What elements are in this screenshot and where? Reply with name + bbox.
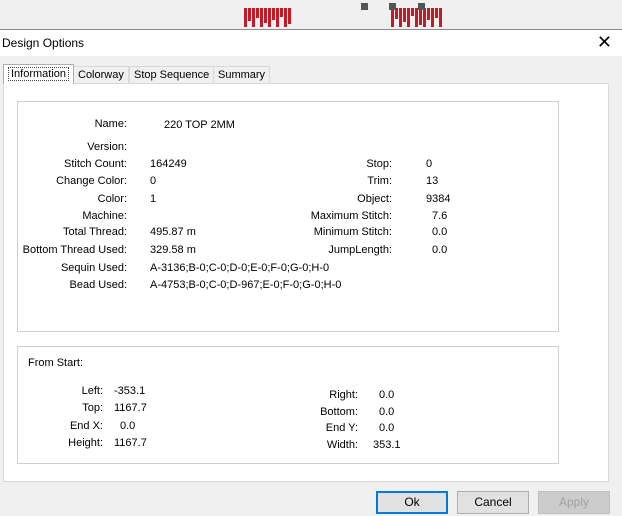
total-thread-value: 495.87 m xyxy=(150,226,196,238)
change-color-value: 0 xyxy=(150,175,157,187)
sequin-used-value: A-3136;B-0;C-0;D-0;E-0;F-0;G-0;H-0 xyxy=(150,262,330,274)
min-stitch-label: Minimum Stitch: xyxy=(313,226,392,238)
tab-colorway[interactable]: Colorway xyxy=(73,66,129,84)
name-value: 220 TOP 2MM xyxy=(164,119,235,131)
stop-label: Stop: xyxy=(366,158,392,170)
dialog-title: Design Options xyxy=(2,36,85,50)
design-options-dialog: Design Options ✕ Information Colorway St… xyxy=(0,29,622,516)
object-value: 9384 xyxy=(426,193,451,205)
trim-value: 13 xyxy=(426,175,439,187)
tab-information[interactable]: Information xyxy=(3,64,75,84)
max-stitch-label: Maximum Stitch: xyxy=(310,210,392,222)
left-label: Left: xyxy=(81,385,103,397)
trim-label: Trim: xyxy=(367,175,392,187)
jump-length-label: JumpLength: xyxy=(328,244,392,256)
width-label: Width: xyxy=(326,439,358,451)
end-y-value: 0.0 xyxy=(379,422,395,434)
change-color-label: Change Color: xyxy=(56,175,127,187)
bottom-value: 0.0 xyxy=(379,406,395,418)
bottom-label: Bottom: xyxy=(320,406,358,418)
total-thread-label: Total Thread: xyxy=(62,226,127,238)
end-x-value: 0.0 xyxy=(120,420,136,432)
stitch-count-label: Stitch Count: xyxy=(64,158,127,170)
top-value: 1167.7 xyxy=(114,402,147,414)
selection-handle[interactable] xyxy=(389,3,396,10)
top-label: Top: xyxy=(82,402,103,414)
cancel-button[interactable]: Cancel xyxy=(457,491,529,514)
end-x-label: End X: xyxy=(69,420,103,432)
close-icon[interactable]: ✕ xyxy=(597,32,612,52)
left-value: -353.1 xyxy=(114,385,146,397)
end-y-label: End Y: xyxy=(325,422,358,434)
jump-length-value: 0.0 xyxy=(432,244,448,256)
bottom-thread-value: 329.58 m xyxy=(150,244,196,256)
right-value: 0.0 xyxy=(379,389,395,401)
dialog-titlebar: Design Options ✕ xyxy=(0,30,622,56)
tab-stop-sequence[interactable]: Stop Sequence xyxy=(129,66,215,84)
bottom-thread-label: Bottom Thread Used: xyxy=(22,244,127,256)
embroidery-design-preview xyxy=(244,8,292,27)
height-value: 1167.7 xyxy=(114,437,147,449)
embroidery-design-preview-2 xyxy=(391,8,443,27)
name-label: Name: xyxy=(94,118,127,130)
min-stitch-value: 0.0 xyxy=(432,226,448,238)
version-label: Version: xyxy=(87,141,127,153)
selection-handle[interactable] xyxy=(418,3,425,10)
apply-button[interactable]: Apply xyxy=(538,491,610,514)
background-app-strip xyxy=(0,0,622,30)
stitch-count-value: 164249 xyxy=(150,158,187,170)
height-label: Height: xyxy=(68,437,103,449)
tab-summary[interactable]: Summary xyxy=(213,66,271,84)
machine-label: Machine: xyxy=(82,210,127,222)
color-label: Color: xyxy=(97,193,127,205)
right-label: Right: xyxy=(329,389,358,401)
sequin-used-label: Sequin Used: xyxy=(60,262,127,274)
bead-used-label: Bead Used: xyxy=(69,279,127,291)
width-value: 353.1 xyxy=(373,439,401,451)
color-value: 1 xyxy=(150,193,157,205)
from-start-heading: From Start: xyxy=(28,357,84,369)
selection-handle[interactable] xyxy=(361,3,368,10)
bead-used-value: A-4753;B-0;C-0;D-967;E-0;F-0;G-0;H-0 xyxy=(150,279,342,291)
object-label: Object: xyxy=(357,193,392,205)
max-stitch-value: 7.6 xyxy=(432,210,448,222)
stop-value: 0 xyxy=(426,158,433,170)
ok-button[interactable]: Ok xyxy=(376,491,448,514)
